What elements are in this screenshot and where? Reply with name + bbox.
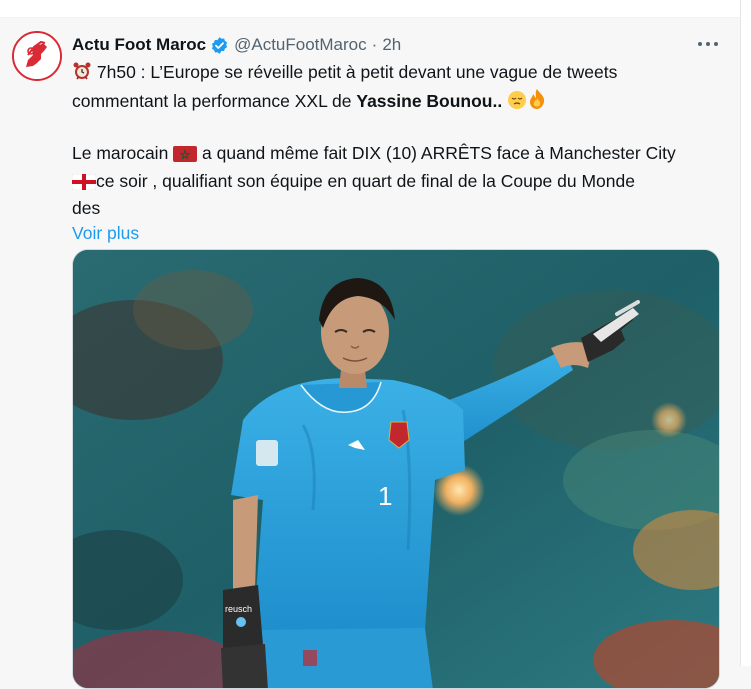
player-name: Yassine Bounou xyxy=(356,90,493,111)
avatar[interactable] xyxy=(12,31,62,81)
text-dots: .. xyxy=(492,90,503,111)
glove-label: reusch xyxy=(225,604,252,614)
text-segment: ce soir , qualifiant son équipe en quart… xyxy=(96,170,635,191)
text-segment: Le marocain xyxy=(72,143,174,164)
text-line-2: commentant la performance XXL de Yassine… xyxy=(72,88,722,117)
jersey-number: 1 xyxy=(378,481,392,511)
author-handle[interactable]: @ActuFootMaroc xyxy=(234,35,367,55)
scrollbar[interactable] xyxy=(740,0,751,666)
text-line-1: 7h50 : L’Europe se réveille petit à peti… xyxy=(72,60,722,88)
text-line-3: Le marocain a quand même fait DIX (10) A… xyxy=(72,141,722,169)
author-name[interactable]: Actu Foot Maroc xyxy=(72,35,206,55)
text-line-4: ce soir , qualifiant son équipe en quart… xyxy=(71,169,722,197)
tweet[interactable]: Actu Foot Maroc @ActuFootMaroc · 2h 7h50… xyxy=(0,18,741,689)
text-segment: commentant la performance XXL de xyxy=(72,90,357,111)
tweet-header: Actu Foot Maroc @ActuFootMaroc · 2h xyxy=(72,34,401,56)
previous-tweet-edge xyxy=(0,0,741,18)
morocco-map-logo-icon xyxy=(14,33,60,79)
tweet-text: 7h50 : L’Europe se réveille petit à peti… xyxy=(71,60,722,246)
text-segment: a quand même fait DIX (10) ARRÊTS face à… xyxy=(197,143,676,164)
goalkeeper-photo: 1 reusch xyxy=(73,250,719,688)
morocco-flag-emoji xyxy=(173,144,198,169)
separator-dot: · xyxy=(371,35,378,54)
tweet-photo[interactable]: 1 reusch xyxy=(72,249,720,689)
more-dots-icon[interactable] xyxy=(693,31,723,57)
relieved-face-emoji xyxy=(507,90,527,117)
read-more-link[interactable]: Voir plus xyxy=(72,221,722,246)
text-line-5: des xyxy=(72,198,101,219)
text-segment: 7h50 : L’Europe se réveille petit à peti… xyxy=(96,62,618,82)
alarm-clock-emoji xyxy=(72,61,92,88)
england-flag-emoji xyxy=(71,172,97,197)
fire-emoji xyxy=(527,88,547,117)
verified-badge-icon xyxy=(210,36,229,55)
timestamp[interactable]: 2h xyxy=(382,35,401,55)
